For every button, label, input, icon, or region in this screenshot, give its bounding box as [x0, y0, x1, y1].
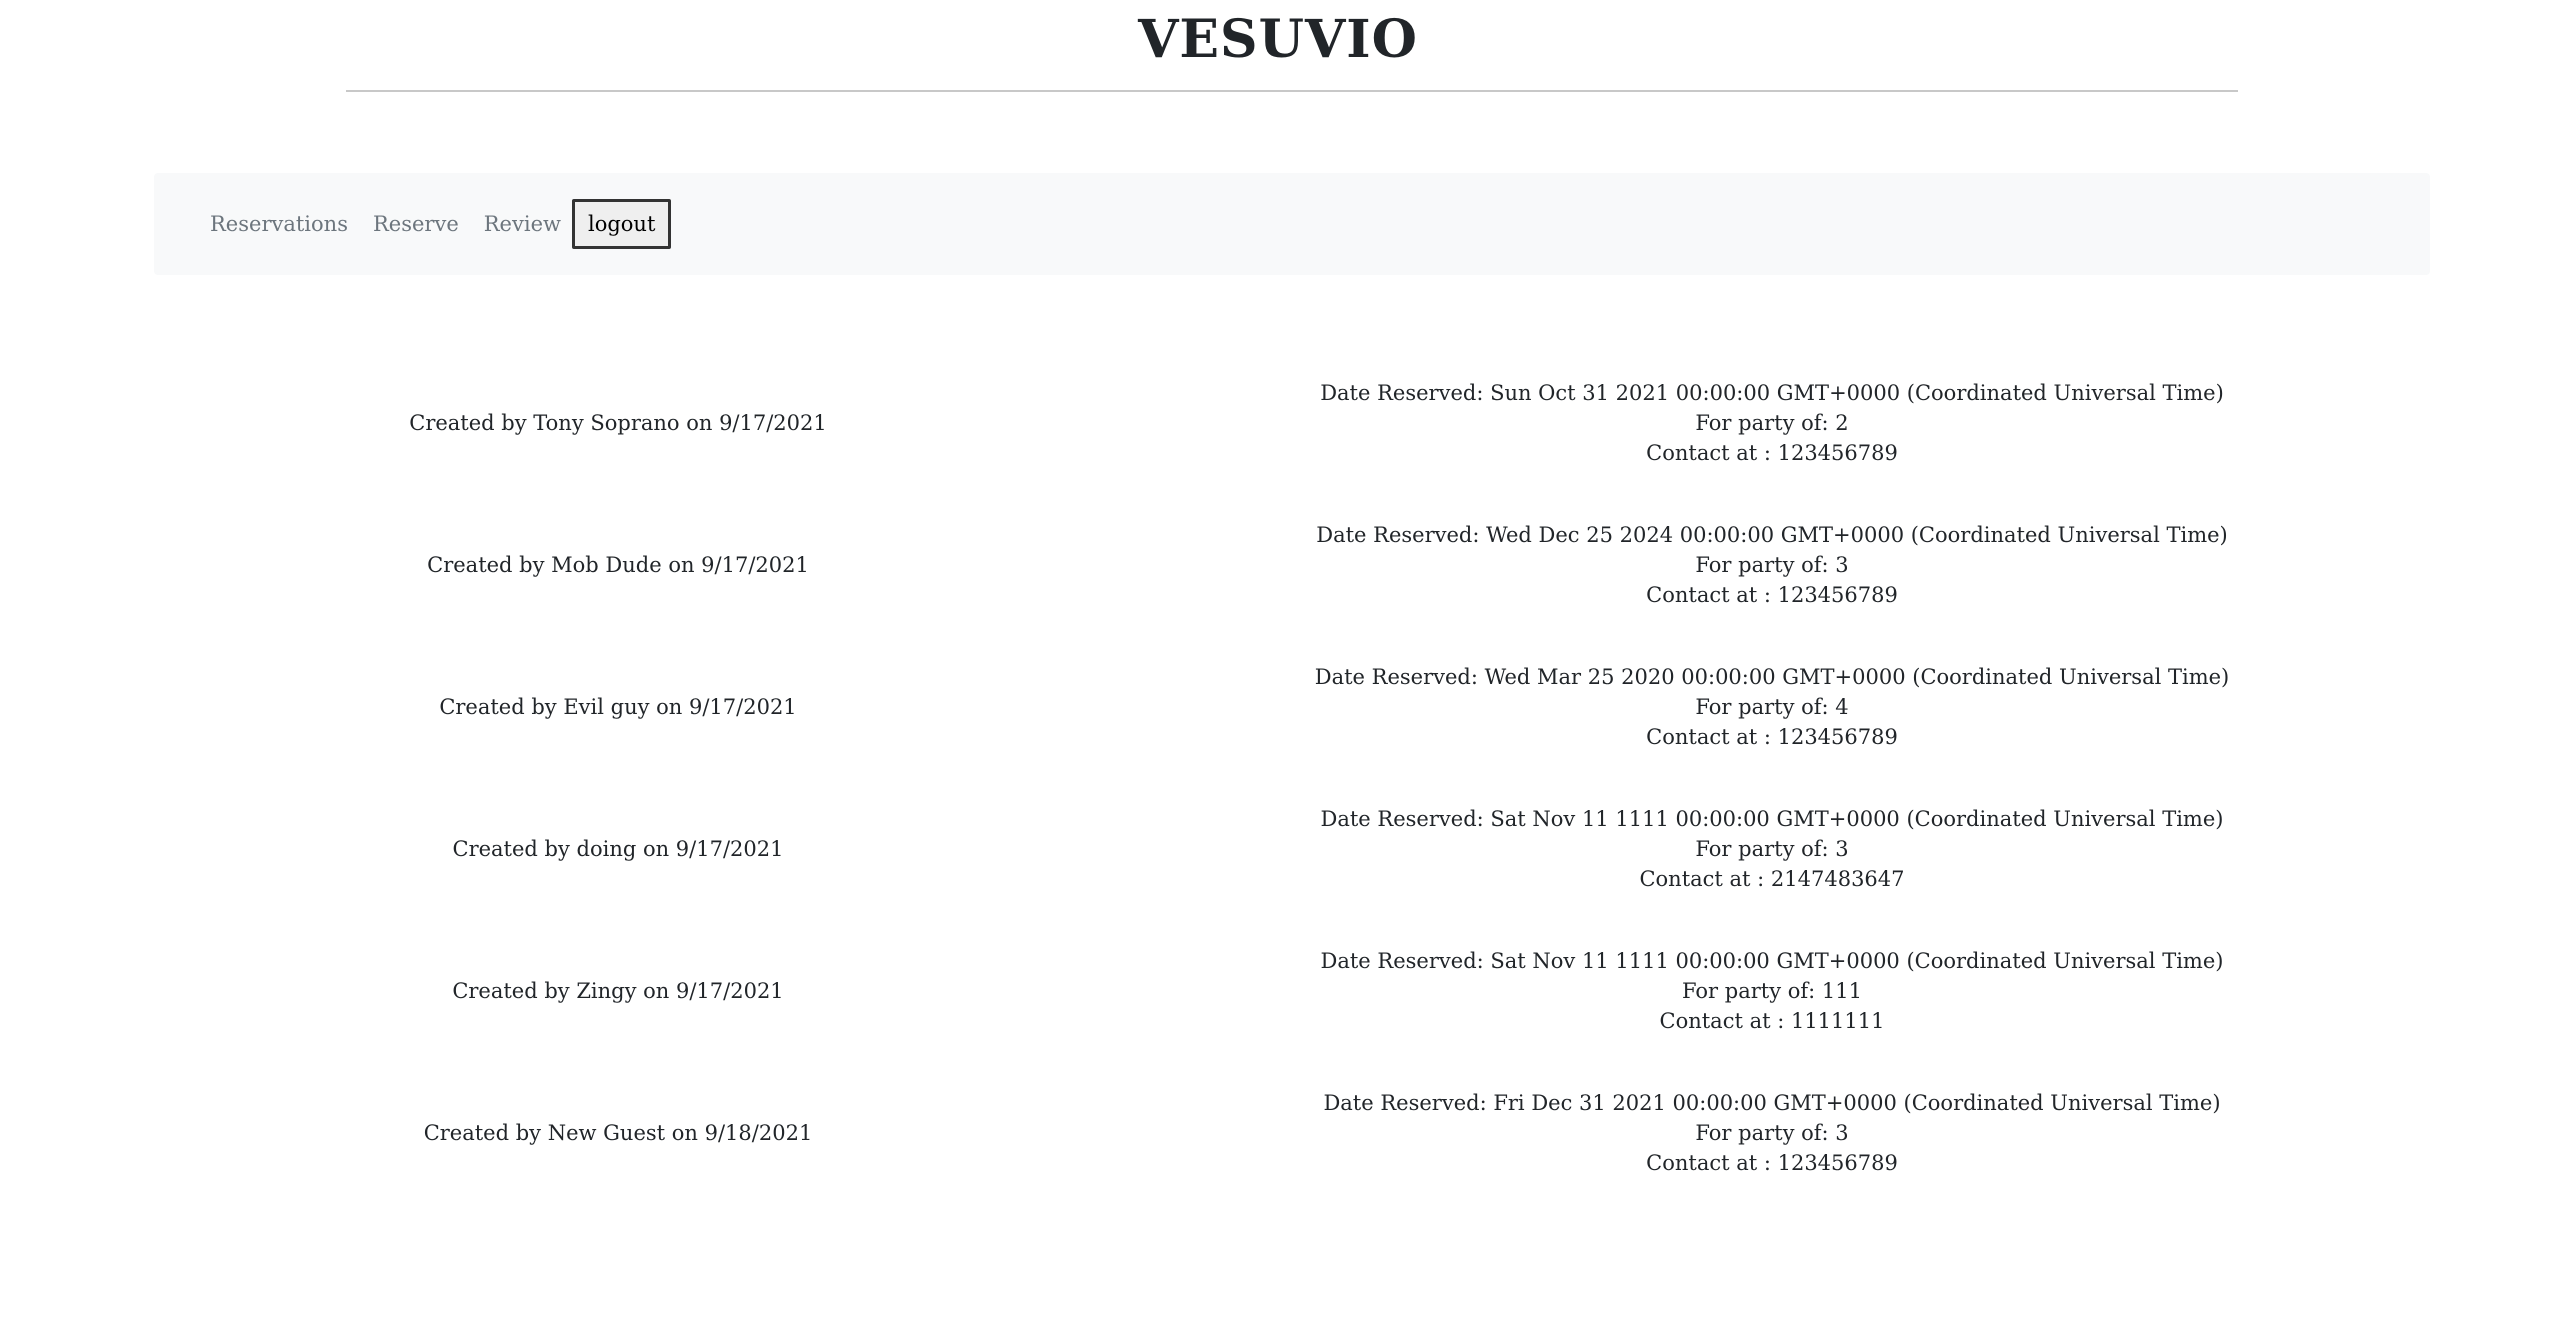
logout-button[interactable]: logout: [571, 199, 672, 249]
reservation-date: Date Reserved: Sat Nov 11 1111 00:00:00 …: [1320, 807, 2224, 831]
reservation-party-size: For party of: 111: [1681, 979, 1862, 1003]
reservation-party-size: For party of: 2: [1695, 411, 1849, 435]
reservation-created-by: Created by New Guest on 9/18/2021: [423, 1121, 813, 1145]
nav-link-reservations[interactable]: Reservations: [210, 209, 348, 239]
reservation-date: Date Reserved: Fri Dec 31 2021 00:00:00 …: [1323, 1091, 2221, 1115]
reservation-details: Date Reserved: Sat Nov 11 1111 00:00:00 …: [1236, 804, 2308, 894]
title-divider: [346, 90, 2238, 92]
reservation-item: Created by doing on 9/17/2021 Date Reser…: [0, 804, 2556, 946]
reservation-contact: Contact at : 1111111: [1659, 1009, 1885, 1033]
reservation-created-by: Created by Mob Dude on 9/17/2021: [427, 553, 809, 577]
reservation-date: Date Reserved: Sun Oct 31 2021 00:00:00 …: [1320, 381, 2224, 405]
reservation-details: Date Reserved: Sat Nov 11 1111 00:00:00 …: [1236, 946, 2308, 1036]
site-title: VESUVIO: [1138, 9, 1418, 70]
reservation-item: Created by Evil guy on 9/17/2021 Date Re…: [0, 662, 2556, 804]
reservation-list: Created by Tony Soprano on 9/17/2021 Dat…: [0, 378, 2556, 1230]
reservation-details: Date Reserved: Wed Mar 25 2020 00:00:00 …: [1236, 662, 2308, 752]
reservation-details: Date Reserved: Sun Oct 31 2021 00:00:00 …: [1236, 378, 2308, 468]
nav-link-reserve[interactable]: Reserve: [373, 209, 459, 239]
reservation-details: Date Reserved: Wed Dec 25 2024 00:00:00 …: [1236, 520, 2308, 610]
reservation-created-by: Created by doing on 9/17/2021: [452, 837, 784, 861]
reservation-contact: Contact at : 2147483647: [1639, 867, 1905, 891]
reservation-item: Created by Zingy on 9/17/2021 Date Reser…: [0, 946, 2556, 1088]
reservation-item: Created by Mob Dude on 9/17/2021 Date Re…: [0, 520, 2556, 662]
reservation-party-size: For party of: 3: [1695, 1121, 1849, 1145]
site-header: VESUVIO: [0, 0, 2556, 72]
reservation-party-size: For party of: 3: [1695, 553, 1849, 577]
reservation-created-by: Created by Zingy on 9/17/2021: [452, 979, 784, 1003]
reservation-details: Date Reserved: Fri Dec 31 2021 00:00:00 …: [1236, 1088, 2308, 1178]
reservation-party-size: For party of: 4: [1695, 695, 1849, 719]
navbar: Reservations Reserve Review logout: [154, 173, 2430, 275]
reservation-date: Date Reserved: Wed Mar 25 2020 00:00:00 …: [1314, 665, 2230, 689]
reservation-contact: Contact at : 123456789: [1646, 1151, 1898, 1175]
reservation-created-by: Created by Evil guy on 9/17/2021: [439, 695, 797, 719]
reservation-contact: Contact at : 123456789: [1646, 725, 1898, 749]
reservation-contact: Contact at : 123456789: [1646, 583, 1898, 607]
reservation-item: Created by New Guest on 9/18/2021 Date R…: [0, 1088, 2556, 1230]
reservation-date: Date Reserved: Sat Nov 11 1111 00:00:00 …: [1320, 949, 2224, 973]
reservation-date: Date Reserved: Wed Dec 25 2024 00:00:00 …: [1316, 523, 2228, 547]
reservation-created-by: Created by Tony Soprano on 9/17/2021: [409, 411, 827, 435]
reservation-item: Created by Tony Soprano on 9/17/2021 Dat…: [0, 378, 2556, 520]
nav-link-review[interactable]: Review: [484, 209, 561, 239]
reservation-party-size: For party of: 3: [1695, 837, 1849, 861]
reservation-contact: Contact at : 123456789: [1646, 441, 1898, 465]
